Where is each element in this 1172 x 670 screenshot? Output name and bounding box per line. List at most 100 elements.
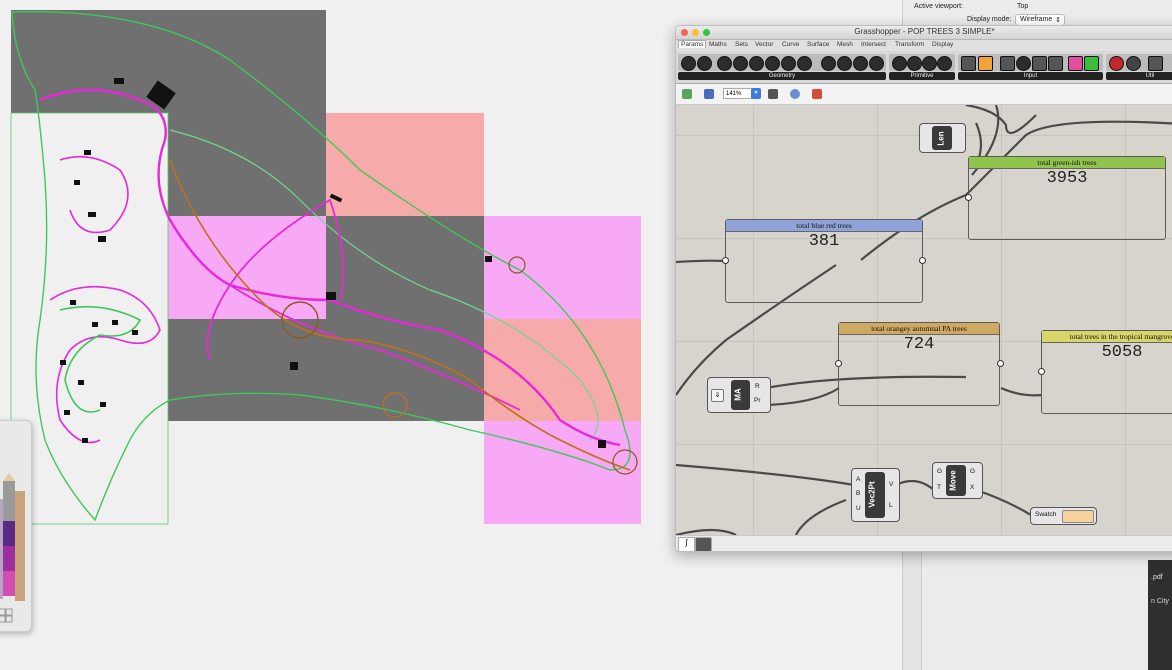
tab-params[interactable]: Params xyxy=(678,40,707,48)
panel-blue-red-trees[interactable]: total blue red trees 381 xyxy=(725,219,923,303)
toolbar-label: Input xyxy=(958,72,1103,80)
tab-curve[interactable]: Curve xyxy=(782,41,799,48)
panel-value: 381 xyxy=(808,232,840,251)
toolbar-group-geometry: Geometry xyxy=(678,54,886,81)
grasshopper-window[interactable]: Grasshopper - POP TREES 3 SIMPLE* Params… xyxy=(675,25,1172,552)
integer-param-icon[interactable] xyxy=(907,56,922,71)
mass-addition-component[interactable]: ⇓ MA R Pr xyxy=(707,377,771,413)
tab-maths[interactable]: Maths xyxy=(709,41,727,48)
viewport-value: Top xyxy=(1017,3,1029,10)
swatch-color-box[interactable] xyxy=(1062,510,1094,523)
panel-input-grip[interactable] xyxy=(1038,368,1045,375)
site-boundary xyxy=(10,112,169,525)
text-param-icon[interactable] xyxy=(937,56,952,71)
arrow-right-icon[interactable] xyxy=(1148,56,1163,71)
grasshopper-canvas[interactable]: Len total green-ish trees 3953 total blu… xyxy=(676,105,1172,535)
title-bar[interactable]: Grasshopper - POP TREES 3 SIMPLE* xyxy=(676,26,1172,40)
curve-param-icon[interactable] xyxy=(749,56,764,71)
swatch-component[interactable]: Swatch xyxy=(1030,507,1097,525)
panel-value: 724 xyxy=(903,335,935,354)
line-param-icon[interactable] xyxy=(765,56,780,71)
side-panel-dark: .pdf n City xyxy=(1148,560,1172,670)
button-input-icon[interactable] xyxy=(961,56,976,71)
brep-param-icon[interactable] xyxy=(837,56,852,71)
zoom-extents-icon[interactable] xyxy=(768,89,778,99)
gradient-input-icon[interactable] xyxy=(978,56,993,71)
toolbar-group-input: Input xyxy=(958,54,1103,81)
list-input-icon[interactable] xyxy=(1048,56,1063,71)
number-param-icon[interactable] xyxy=(922,56,937,71)
side-text: n City xyxy=(1151,598,1169,605)
panel-green-trees[interactable]: total green-ish trees 3953 xyxy=(968,156,1166,240)
profiler-icon[interactable] xyxy=(695,537,712,551)
zoom-dropdown-button[interactable]: ▾ xyxy=(751,88,761,99)
residential-roads xyxy=(49,155,161,444)
tree-icon[interactable] xyxy=(1126,56,1141,71)
tab-vector[interactable]: Vector xyxy=(755,41,773,48)
circle-param-icon[interactable] xyxy=(717,56,732,71)
updown-chevron-icon: ⇕ xyxy=(1055,17,1061,24)
pencil-icon xyxy=(0,473,25,623)
boolean-param-icon[interactable] xyxy=(892,56,907,71)
mesh-param-icon[interactable] xyxy=(853,56,868,71)
panel-output-grip[interactable] xyxy=(997,360,1004,367)
zoom-level-field[interactable]: 141% xyxy=(723,88,753,99)
grey-tile xyxy=(168,113,326,216)
vector-param-icon[interactable] xyxy=(797,56,812,71)
surface-param-icon[interactable] xyxy=(821,56,836,71)
display-mode-label: Display mode: xyxy=(967,16,1012,23)
sketch-pen-icon[interactable] xyxy=(812,89,822,99)
toolbar-group-primitive: Primitive xyxy=(889,54,955,81)
vector-two-point-component[interactable]: A B U Vec2Pt V L xyxy=(851,468,900,522)
grey-tile xyxy=(11,10,168,113)
component-tabs: Params Maths Sets Vector Curve Surface M… xyxy=(676,40,1172,51)
toolbar-label: Primitive xyxy=(889,72,955,80)
toggle-input-icon[interactable] xyxy=(1016,56,1031,71)
swatch-input-icon[interactable] xyxy=(1068,56,1083,71)
component-toolbar: Geometry Primitive Input Util xyxy=(676,51,1172,84)
panel-mangrove-trees[interactable]: total trees in the tropical mangrove 505… xyxy=(1041,330,1172,414)
preview-eye-icon[interactable] xyxy=(790,89,800,99)
toolbar-group-util: Util xyxy=(1106,54,1172,81)
tab-display[interactable]: Display xyxy=(932,41,953,48)
cherries-icon[interactable] xyxy=(1109,56,1124,71)
arc-param-icon[interactable] xyxy=(733,56,748,71)
slider-input-icon[interactable] xyxy=(1032,56,1047,71)
panel-autumnal-trees[interactable]: total orangey autumnal PA trees 724 xyxy=(838,322,1000,406)
magenta-tile xyxy=(484,421,641,524)
grey-tile xyxy=(168,319,326,421)
grey-tile xyxy=(168,10,326,113)
plane-param-icon[interactable] xyxy=(781,56,796,71)
panel-input-icon[interactable] xyxy=(1000,56,1015,71)
curve-icon[interactable]: ∫ xyxy=(678,537,695,551)
panel-input-grip[interactable] xyxy=(965,194,972,201)
tab-surface[interactable]: Surface xyxy=(807,41,829,48)
status-bar: ∫ xyxy=(676,535,1172,551)
palette-input-icon[interactable] xyxy=(1084,56,1099,71)
panel-input-grip[interactable] xyxy=(722,257,729,264)
grey-tile xyxy=(326,216,484,319)
tab-sets[interactable]: Sets xyxy=(735,41,748,48)
tab-intersect[interactable]: Intersect xyxy=(861,41,886,48)
panel-title: total blue red trees xyxy=(726,220,922,232)
download-arrow-icon: ⇓ xyxy=(711,389,724,402)
canvas-toolbar: 141% ▾ xyxy=(676,84,1172,105)
point-param-icon[interactable] xyxy=(697,56,712,71)
save-file-icon[interactable] xyxy=(704,89,714,99)
field-param-icon[interactable] xyxy=(869,56,884,71)
move-component[interactable]: G T Move G X xyxy=(932,462,983,499)
panel-output-grip[interactable] xyxy=(919,257,926,264)
window-title: Grasshopper - POP TREES 3 SIMPLE* xyxy=(854,27,995,36)
open-file-icon[interactable] xyxy=(682,89,692,99)
magenta-tile xyxy=(484,216,641,319)
tab-transform[interactable]: Transform xyxy=(895,41,924,48)
side-text: .pdf xyxy=(1151,574,1163,581)
panel-title: total orangey autumnal PA trees xyxy=(839,323,999,335)
length-component[interactable]: Len xyxy=(919,123,966,153)
color-palette-window[interactable] xyxy=(0,420,32,632)
geometry-param-icon[interactable] xyxy=(681,56,696,71)
panel-input-grip[interactable] xyxy=(835,360,842,367)
tab-mesh[interactable]: Mesh xyxy=(837,41,853,48)
magenta-tile xyxy=(168,216,326,319)
panel-value: 3953 xyxy=(1046,169,1088,188)
